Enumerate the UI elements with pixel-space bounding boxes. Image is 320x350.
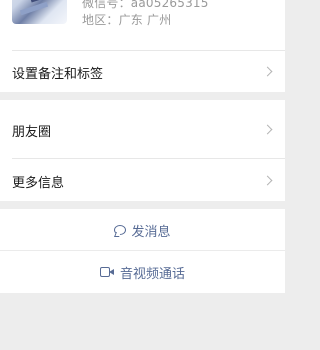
profile-header: 微信号：aa05265315 地区：广东 广州 (0, 0, 285, 50)
cell-more-info-label: 更多信息 (12, 176, 65, 191)
chevron-right-icon (262, 124, 273, 135)
video-call-label: 音视频通话 (119, 266, 185, 282)
contact-profile-screen: 微信号：aa05265315 地区：广东 广州 设置备注和标签 朋友圈 更多信息… (0, 0, 285, 350)
avatar-detail (19, 1, 49, 16)
cell-moments[interactable]: 朋友圈 (0, 100, 285, 159)
chevron-right-icon (262, 66, 273, 77)
video-camera-icon (99, 267, 115, 277)
cell-moments-label: 朋友圈 (12, 125, 52, 140)
chevron-right-icon (262, 175, 273, 186)
cell-remark-tags-label: 设置备注和标签 (12, 67, 104, 82)
video-call-button[interactable]: 音视频通话 (0, 251, 285, 293)
send-message-label: 发消息 (131, 224, 171, 240)
avatar[interactable] (12, 0, 67, 24)
chat-bubble-icon (114, 225, 127, 235)
divider (12, 50, 285, 51)
send-message-button[interactable]: 发消息 (0, 209, 285, 251)
wechat-id: 微信号：aa05265315 (82, 0, 209, 10)
region: 地区：广东 广州 (82, 13, 172, 27)
cell-more-info[interactable]: 更多信息 (0, 159, 285, 201)
cell-remark-tags[interactable]: 设置备注和标签 (0, 50, 285, 92)
